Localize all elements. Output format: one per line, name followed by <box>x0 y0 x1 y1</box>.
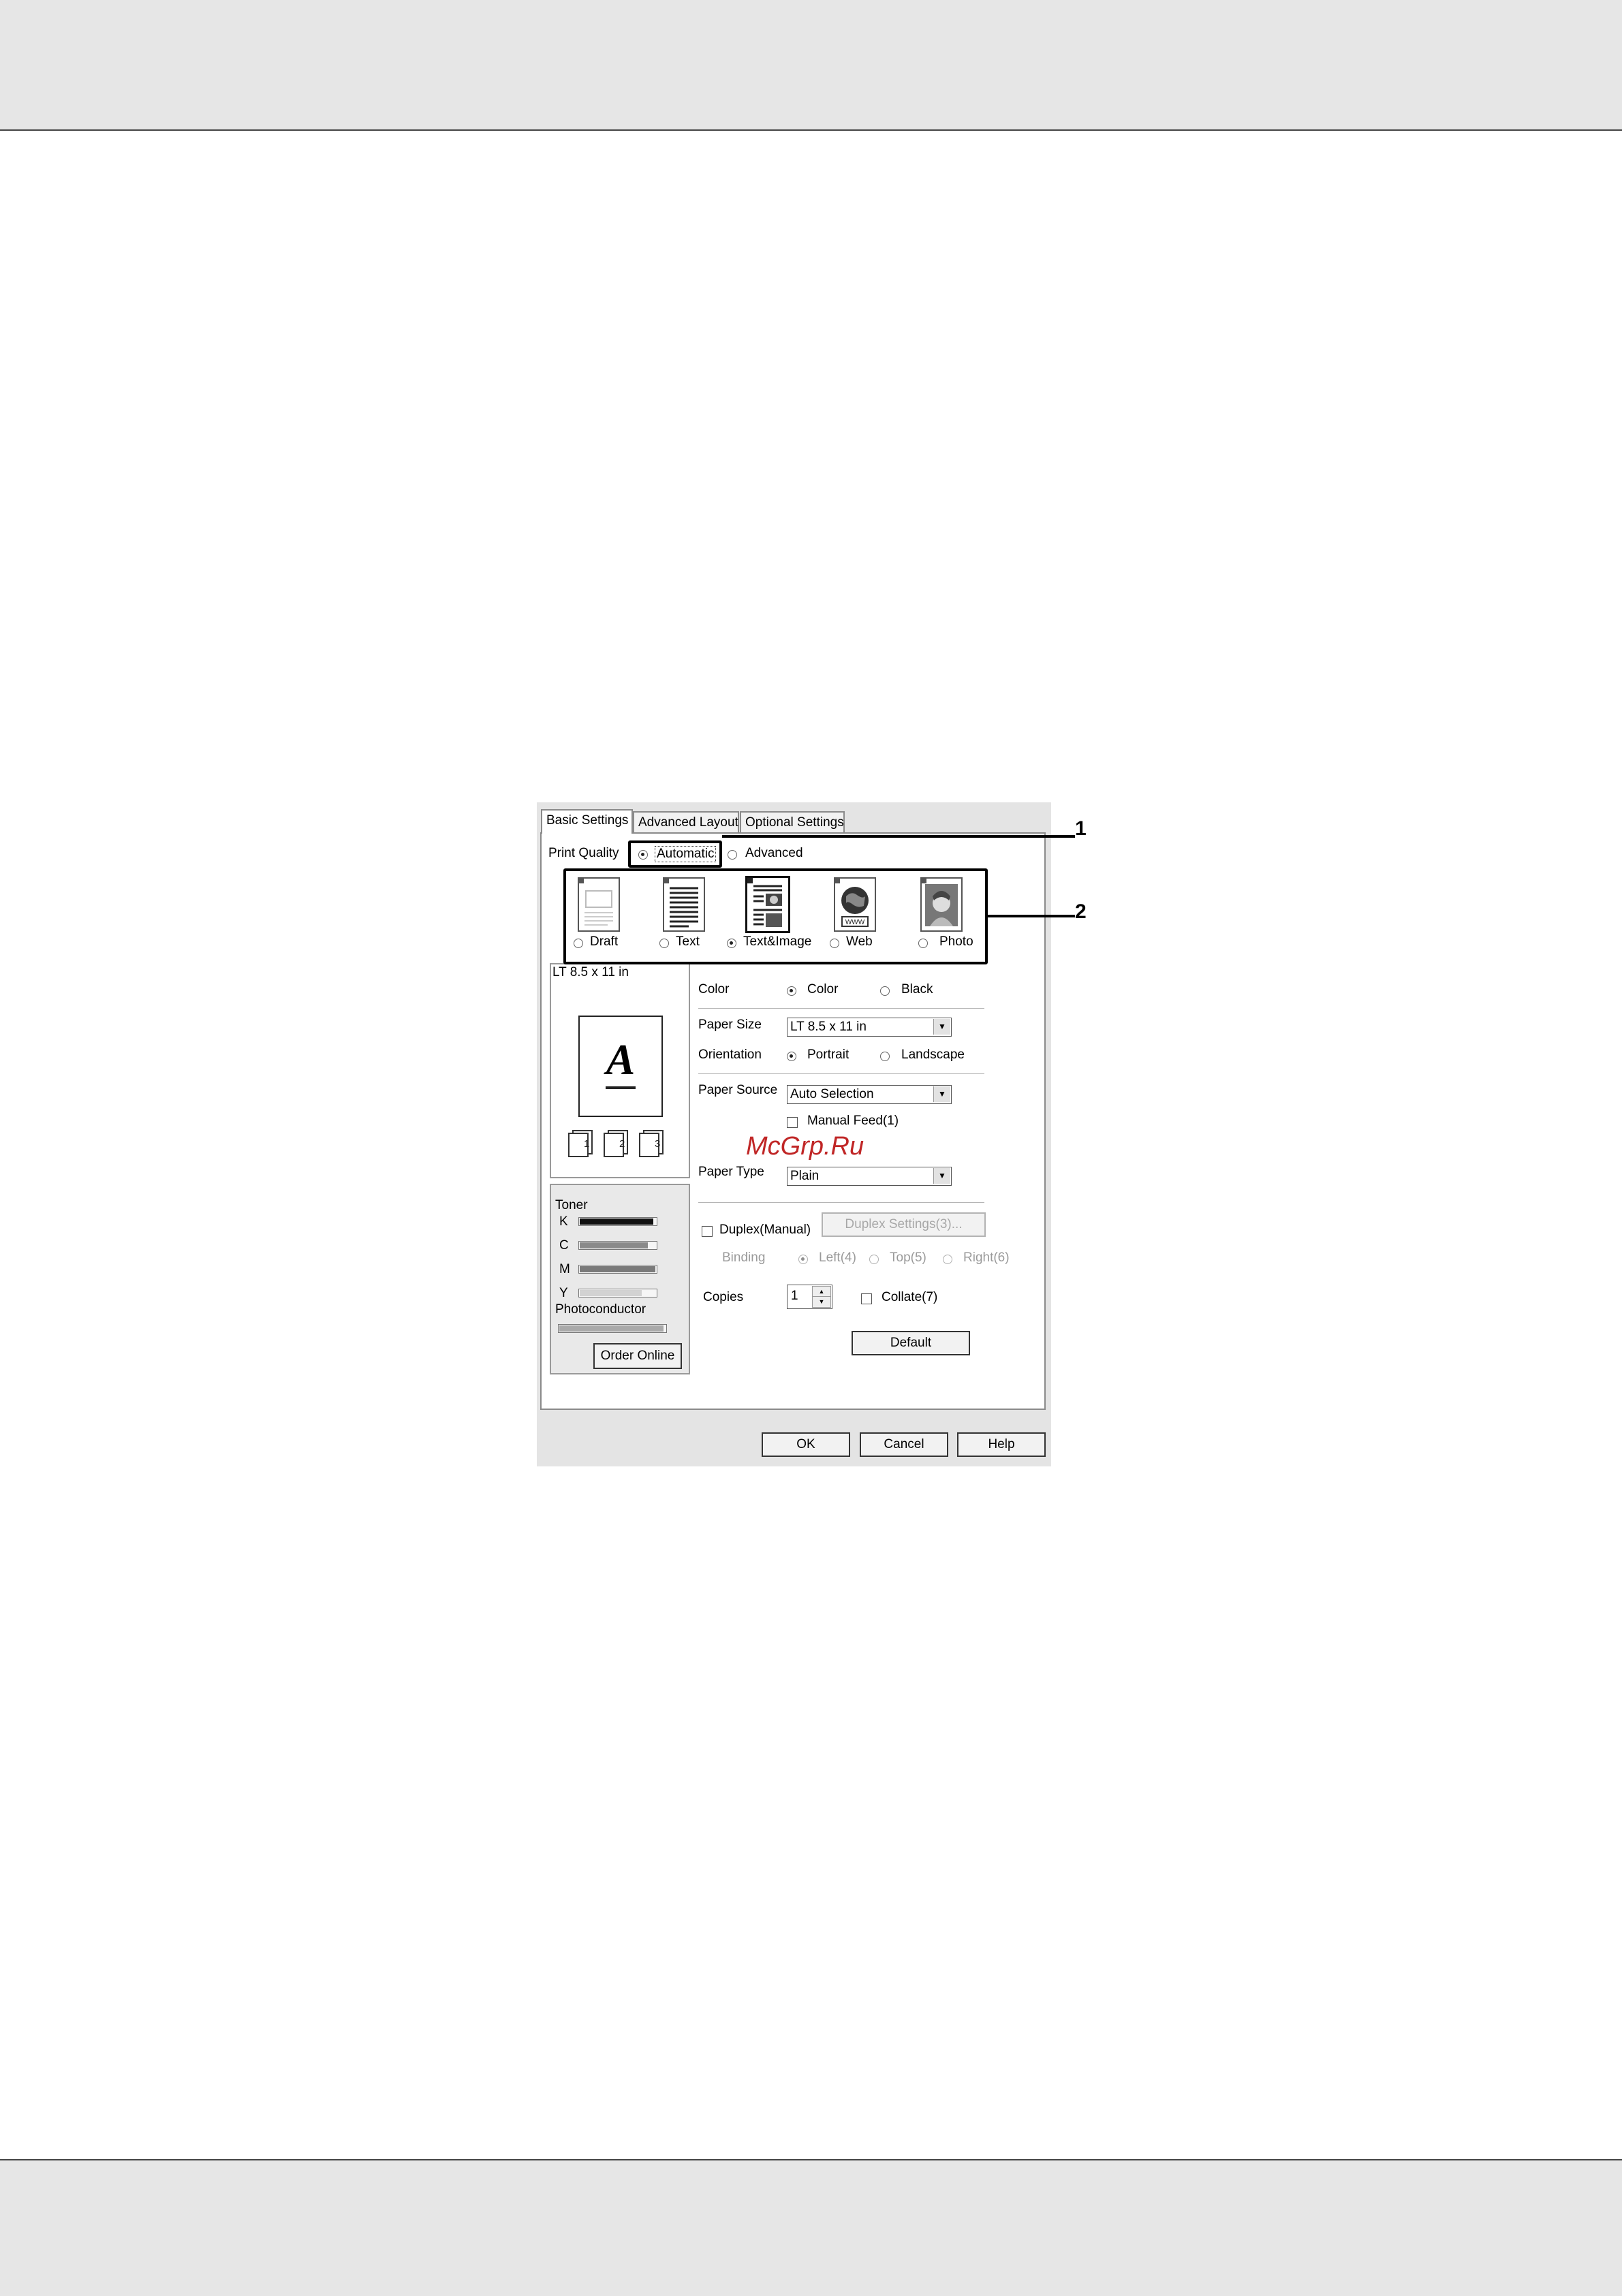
photoconductor-fill <box>559 1325 664 1332</box>
paper-size-label: Paper Size <box>698 1018 762 1032</box>
binding-right-label: Right(6) <box>963 1251 1010 1265</box>
paper-source-value: Auto Selection <box>790 1087 874 1101</box>
order-online-button[interactable]: Order Online <box>593 1343 682 1369</box>
paper-source-label: Paper Source <box>698 1083 778 1097</box>
tab-optional-settings[interactable]: Optional Settings <box>740 811 845 833</box>
binding-right-radio[interactable] <box>943 1252 952 1267</box>
chevron-down-icon: ▼ <box>933 1168 950 1184</box>
collate-number-1: 1 <box>584 1138 589 1150</box>
default-button[interactable]: Default <box>852 1331 970 1355</box>
separator <box>698 1202 984 1203</box>
collate-number-3: 3 <box>655 1138 660 1150</box>
copies-stepper[interactable]: 1 ▲ ▼ <box>787 1285 832 1309</box>
black-option-label: Black <box>901 982 933 996</box>
chevron-down-icon: ▼ <box>933 1086 950 1102</box>
black-radio[interactable] <box>880 984 890 998</box>
cancel-button[interactable]: Cancel <box>860 1432 948 1457</box>
color-option-label: Color <box>807 982 839 996</box>
paper-size-value: LT 8.5 x 11 in <box>790 1020 867 1034</box>
toner-k-bar <box>578 1217 657 1226</box>
color-label: Color <box>698 982 730 996</box>
paper-type-select[interactable]: Plain ▼ <box>787 1167 952 1186</box>
advanced-label: Advanced <box>745 846 803 860</box>
orientation-label: Orientation <box>698 1048 762 1062</box>
portrait-label: Portrait <box>807 1048 849 1062</box>
toner-c-fill <box>580 1242 649 1248</box>
tab-basic-settings[interactable]: Basic Settings <box>541 809 633 834</box>
page-footer-band <box>0 2159 1622 2296</box>
collate-number-2: 2 <box>619 1138 625 1150</box>
landscape-label: Landscape <box>901 1048 965 1062</box>
paper-type-value: Plain <box>790 1169 820 1183</box>
toner-m-bar <box>578 1265 657 1274</box>
binding-top-label: Top(5) <box>890 1251 926 1265</box>
spin-down-icon[interactable]: ▼ <box>812 1296 831 1308</box>
preview-letter: A <box>606 1035 636 1084</box>
callout-box-2 <box>563 868 988 964</box>
toner-label: Toner <box>555 1198 588 1212</box>
paper-source-select[interactable]: Auto Selection ▼ <box>787 1085 952 1104</box>
collate-order-icon: 1 2 3 <box>568 1130 664 1157</box>
portrait-radio[interactable] <box>787 1049 796 1064</box>
separator <box>698 1008 984 1009</box>
collate-checkbox[interactable] <box>861 1291 872 1306</box>
callout-box-1 <box>628 840 722 868</box>
toner-c-bar <box>578 1241 657 1250</box>
preview-paper-size: LT 8.5 x 11 in <box>552 965 629 979</box>
toner-k-fill <box>580 1218 654 1225</box>
duplex-settings-button[interactable]: Duplex Settings(3)... <box>822 1212 986 1237</box>
toner-c-label: C <box>559 1238 569 1253</box>
toner-m-label: M <box>559 1262 570 1276</box>
tab-advanced-layout[interactable]: Advanced Layout <box>633 811 739 833</box>
advanced-radio[interactable] <box>728 847 737 862</box>
binding-label: Binding <box>722 1251 766 1265</box>
paper-preview-panel: LT 8.5 x 11 in A 1 2 3 <box>550 963 690 1178</box>
binding-top-radio[interactable] <box>869 1252 879 1267</box>
duplex-label: Duplex(Manual) <box>719 1223 811 1237</box>
landscape-radio[interactable] <box>880 1049 890 1064</box>
manual-feed-checkbox[interactable] <box>787 1115 798 1130</box>
callout-line-1 <box>722 835 1075 838</box>
toner-y-fill <box>580 1290 642 1296</box>
photoconductor-bar <box>558 1324 667 1333</box>
chevron-down-icon: ▼ <box>933 1019 950 1035</box>
callout-number-2: 2 <box>1075 900 1087 923</box>
help-button[interactable]: Help <box>957 1432 1046 1457</box>
duplex-checkbox[interactable] <box>702 1224 713 1239</box>
ok-button[interactable]: OK <box>762 1432 850 1457</box>
paper-size-select[interactable]: LT 8.5 x 11 in ▼ <box>787 1018 952 1037</box>
binding-left-radio[interactable] <box>798 1252 808 1267</box>
manual-feed-label: Manual Feed(1) <box>807 1114 899 1128</box>
watermark-text: McGrp.Ru <box>746 1132 864 1161</box>
preview-text-line <box>606 1086 636 1089</box>
collate-label: Collate(7) <box>882 1290 938 1304</box>
page-header-band <box>0 0 1622 131</box>
toner-m-fill <box>580 1266 655 1272</box>
binding-left-label: Left(4) <box>819 1251 856 1265</box>
toner-y-label: Y <box>559 1286 568 1300</box>
callout-number-1: 1 <box>1075 817 1087 840</box>
copies-value: 1 <box>791 1289 798 1303</box>
toner-k-label: K <box>559 1214 568 1229</box>
preview-page: A <box>578 1016 663 1117</box>
callout-line-2 <box>988 915 1075 917</box>
print-quality-label: Print Quality <box>548 846 619 860</box>
toner-y-bar <box>578 1289 657 1298</box>
separator <box>698 1073 984 1074</box>
photoconductor-label: Photoconductor <box>555 1302 646 1317</box>
toner-status-panel: Toner K C M Y Photoconductor Order Onlin… <box>550 1184 690 1374</box>
paper-type-label: Paper Type <box>698 1165 764 1179</box>
color-radio[interactable] <box>787 984 796 998</box>
copies-label: Copies <box>703 1290 744 1304</box>
